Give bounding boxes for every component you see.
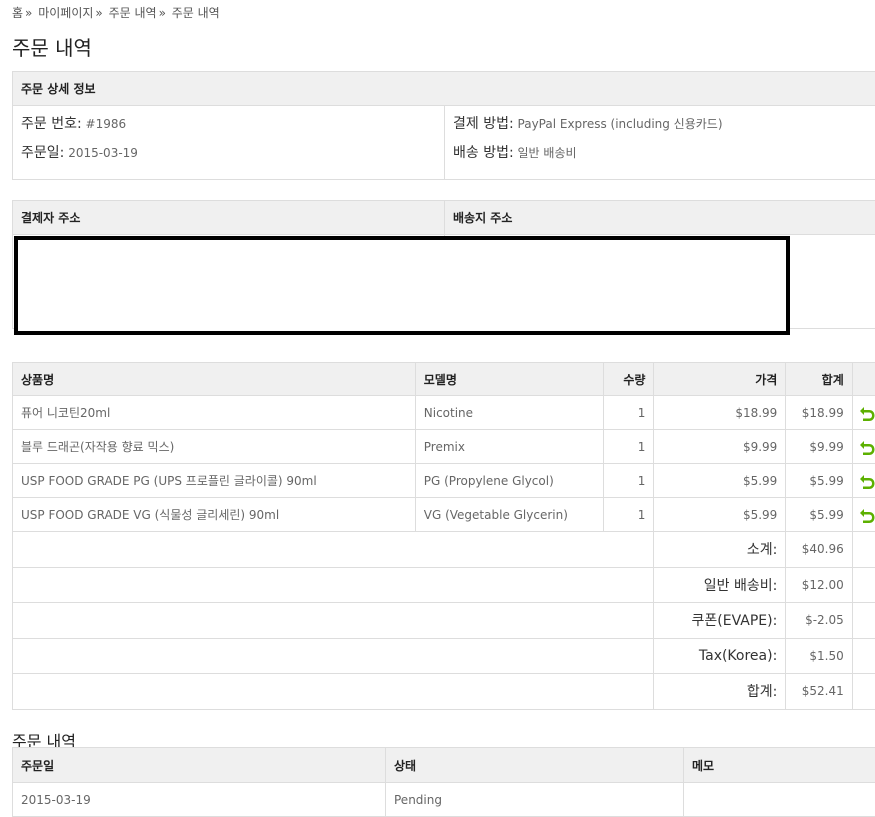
return-arrow-icon[interactable]	[858, 438, 875, 456]
col-header-model: 모델명	[415, 363, 603, 396]
return-arrow-icon[interactable]	[858, 404, 875, 422]
col-header-history-status: 상태	[386, 748, 684, 783]
order-number-value: #1986	[86, 117, 127, 131]
product-price: $5.99	[654, 464, 786, 498]
order-date-label: 주문일:	[21, 145, 64, 161]
history-memo	[684, 783, 875, 817]
product-qty: 1	[604, 498, 654, 532]
col-header-product-name: 상품명	[13, 363, 416, 396]
product-total: $9.99	[786, 430, 852, 464]
product-model: PG (Propylene Glycol)	[415, 464, 603, 498]
totals-row: 쿠폰(EVAPE): $-2.05	[13, 603, 875, 639]
shipping-fee-value: $12.00	[786, 567, 852, 603]
order-detail-table: 주문 상세 정보 주문 번호: #1986 주문일: 2015-03-19 결제…	[12, 71, 875, 180]
totals-row: 일반 배송비: $12.00	[13, 567, 875, 603]
order-detail-header: 주문 상세 정보	[13, 72, 875, 106]
product-model: VG (Vegetable Glycerin)	[415, 498, 603, 532]
redacted-address-box	[14, 236, 790, 335]
product-qty: 1	[604, 464, 654, 498]
tax-value: $1.50	[786, 638, 852, 674]
product-total: $5.99	[786, 464, 852, 498]
tax-label: Tax(Korea):	[654, 638, 786, 674]
breadcrumb-order-history-link[interactable]: 주문 내역	[109, 6, 157, 20]
history-date: 2015-03-19	[13, 783, 386, 817]
payment-method-value: PayPal Express (including 신용카드)	[518, 117, 723, 131]
page-title: 주문 내역	[12, 32, 92, 61]
totals-row: Tax(Korea): $1.50	[13, 638, 875, 674]
history-status: Pending	[386, 783, 684, 817]
breadcrumb-separator: »	[95, 6, 102, 20]
product-name: USP FOOD GRADE VG (식물성 글리세린) 90ml	[13, 498, 416, 532]
order-history-table: 주문일 상태 메모 2015-03-19 Pending	[12, 747, 875, 817]
order-products-table: 상품명 모델명 수량 가격 합계 퓨어 니코틴20ml Nicotine 1 $…	[12, 362, 875, 710]
col-header-action	[852, 363, 875, 396]
shipping-method-value: 일반 배송비	[518, 146, 577, 160]
subtotal-value: $40.96	[786, 532, 852, 568]
product-model: Premix	[415, 430, 603, 464]
product-model: Nicotine	[415, 396, 603, 430]
coupon-value: $-2.05	[786, 603, 852, 639]
breadcrumb-order-info-link[interactable]: 주문 내역	[172, 6, 220, 20]
shipping-address-header: 배송지 주소	[445, 201, 875, 235]
payment-info-cell: 결제 방법: PayPal Express (including 신용카드) 배…	[445, 106, 875, 180]
shipping-method-label: 배송 방법:	[453, 145, 514, 161]
order-number-label: 주문 번호:	[21, 116, 82, 132]
product-row: 퓨어 니코틴20ml Nicotine 1 $18.99 $18.99	[13, 396, 875, 430]
col-header-qty: 수량	[604, 363, 654, 396]
history-row: 2015-03-19 Pending	[13, 783, 875, 817]
coupon-label: 쿠폰(EVAPE):	[654, 603, 786, 639]
breadcrumb-separator: »	[25, 6, 32, 20]
product-qty: 1	[604, 396, 654, 430]
product-name: 블루 드래곤(자작용 향료 믹스)	[13, 430, 416, 464]
product-name: USP FOOD GRADE PG (UPS 프로플린 글라이콜) 90ml	[13, 464, 416, 498]
product-price: $9.99	[654, 430, 786, 464]
grand-total-label: 합계:	[654, 674, 786, 710]
product-row: USP FOOD GRADE VG (식물성 글리세린) 90ml VG (Ve…	[13, 498, 875, 532]
shipping-fee-label: 일반 배송비:	[654, 567, 786, 603]
product-total: $18.99	[786, 396, 852, 430]
breadcrumb-home-link[interactable]: 홈	[12, 6, 23, 20]
product-price: $18.99	[654, 396, 786, 430]
billing-address-header: 결제자 주소	[13, 201, 445, 235]
col-header-history-date: 주문일	[13, 748, 386, 783]
product-qty: 1	[604, 430, 654, 464]
product-row: USP FOOD GRADE PG (UPS 프로플린 글라이콜) 90ml P…	[13, 464, 875, 498]
order-date-value: 2015-03-19	[68, 146, 138, 160]
col-header-total: 합계	[786, 363, 852, 396]
return-arrow-icon[interactable]	[858, 472, 875, 490]
return-arrow-icon[interactable]	[858, 506, 875, 524]
col-header-history-memo: 메모	[684, 748, 875, 783]
payment-method-label: 결제 방법:	[453, 116, 514, 132]
order-info-cell: 주문 번호: #1986 주문일: 2015-03-19	[13, 106, 445, 180]
product-total: $5.99	[786, 498, 852, 532]
breadcrumb-mypage-link[interactable]: 마이페이지	[38, 6, 93, 20]
product-price: $5.99	[654, 498, 786, 532]
product-name: 퓨어 니코틴20ml	[13, 396, 416, 430]
breadcrumb: 홈» 마이페이지» 주문 내역» 주문 내역	[12, 4, 220, 21]
totals-row: 합계: $52.41	[13, 674, 875, 710]
col-header-price: 가격	[654, 363, 786, 396]
grand-total-value: $52.41	[786, 674, 852, 710]
product-row: 블루 드래곤(자작용 향료 믹스) Premix 1 $9.99 $9.99	[13, 430, 875, 464]
breadcrumb-separator: »	[159, 6, 166, 20]
totals-row: 소계: $40.96	[13, 532, 875, 568]
subtotal-label: 소계:	[654, 532, 786, 568]
